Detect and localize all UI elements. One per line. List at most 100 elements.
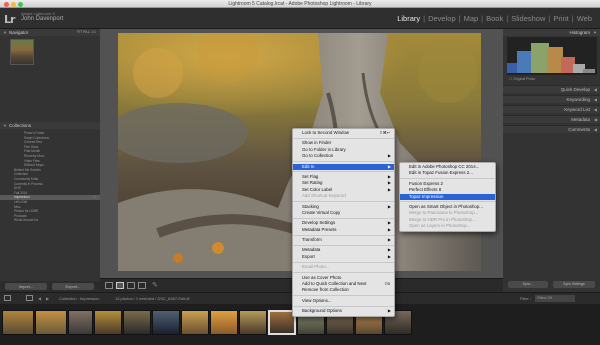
navigator-zoom-options[interactable]: FIT FILL 1:1 <box>77 29 96 36</box>
menu-item-add-shortcut-keyword: Add Shortcut Keyword <box>293 193 394 199</box>
menu-separator <box>293 217 394 219</box>
menu-item-label: Stacking <box>302 203 319 209</box>
keyword-list-panel[interactable]: Keyword List ◀ <box>503 105 600 113</box>
collection-label: Recently Mod... <box>24 153 47 158</box>
menu-item-label: Set Flag <box>302 173 319 179</box>
menu-item-export[interactable]: Export ▶ <box>293 254 394 260</box>
keywording-panel[interactable]: Keywording ◀ <box>503 95 600 103</box>
menu-item-label: Background Options <box>302 308 342 314</box>
navigator-header[interactable]: ▼ Navigator FIT FILL 1:1 <box>0 29 100 36</box>
disclosure-triangle-icon: ▼ <box>3 30 7 35</box>
survey-view-icon[interactable] <box>138 282 146 289</box>
submenu-arrow-icon: ▶ <box>387 237 391 243</box>
collection-label: DHS <box>14 186 21 191</box>
import-export-bar: Import... Export... <box>0 281 100 292</box>
menu-item-label: Set Color Label <box>302 186 333 192</box>
import-button[interactable]: Import... <box>5 283 47 290</box>
original-photo-checkbox[interactable]: ☐ Original Photo <box>509 77 535 81</box>
module-book[interactable]: Book <box>486 14 503 23</box>
menu-separator <box>400 178 495 180</box>
grid-icon[interactable] <box>26 295 33 301</box>
lightroom-header: Lr Adobe Lightroom 5 John Davenport Libr… <box>0 8 600 29</box>
collections-title: Collections <box>9 123 32 128</box>
collection-label: Currently in Process <box>14 181 43 186</box>
menu-item-view-options[interactable]: View Options... <box>293 298 394 304</box>
menu-separator <box>293 295 394 297</box>
collection-item[interactable]: World Around Us <box>0 218 100 223</box>
collection-label: Impression <box>14 195 30 200</box>
back-arrow-icon[interactable]: ◀ <box>38 293 41 304</box>
loupe-view-icon[interactable] <box>116 282 124 289</box>
navigator-spacer <box>0 68 100 122</box>
filmstrip-thumbnail[interactable] <box>35 310 67 335</box>
navigator-preview[interactable] <box>10 39 34 65</box>
module-develop[interactable]: Develop <box>428 14 456 23</box>
menu-item-edit-in[interactable]: Edit In ▶ <box>293 163 394 170</box>
menu-separator <box>400 201 495 203</box>
metadata-panel[interactable]: Metadata ◀ <box>503 115 600 123</box>
filter-label: Filter : <box>520 296 532 301</box>
collections-list: Photo's Folder Smart Collections Colored R… <box>0 131 100 223</box>
menu-item-label: Go to Folder in Library <box>302 146 346 152</box>
module-web[interactable]: Web <box>577 14 592 23</box>
menu-item-go-to-collection[interactable]: Go to Collection ▶ <box>293 153 394 159</box>
collection-label: Community Edits <box>14 176 39 181</box>
filmstrip-thumbnail[interactable] <box>210 310 238 335</box>
forward-arrow-icon[interactable]: ▶ <box>46 293 49 304</box>
module-map[interactable]: Map <box>464 14 479 23</box>
comments-panel[interactable]: Comments ◀ <box>503 125 600 133</box>
menu-item-label: Edit in Topaz Fusion Express 2... <box>409 170 473 176</box>
histogram-graph <box>507 37 597 75</box>
module-slideshow[interactable]: Slideshow <box>511 14 545 23</box>
menu-item-remove-from-collection[interactable]: Remove from Collection <box>293 287 394 293</box>
menu-item-label: Open as Smart Object in Photoshop... <box>409 203 483 209</box>
menu-separator <box>293 234 394 236</box>
filter-select[interactable]: Filters Off <box>535 295 575 302</box>
submenu-arrow-icon: ▶ <box>387 253 391 259</box>
second-window-icon[interactable] <box>4 295 11 301</box>
collections-header[interactable]: ▼ Collections <box>0 122 100 129</box>
menu-item-label: Use as Cover Photo <box>302 274 342 280</box>
histogram-header[interactable]: Histogram ▼ <box>503 29 600 36</box>
menu-separator <box>293 201 394 203</box>
sync-button[interactable]: Sync... <box>508 281 548 288</box>
filmstrip-thumbnail[interactable] <box>94 310 122 335</box>
menu-item-lock-to-second-window[interactable]: Lock to Second Window ⇧⌘↩ <box>293 130 394 136</box>
filmstrip-thumbnail[interactable] <box>181 310 209 335</box>
filmstrip-thumbnail[interactable] <box>239 310 267 335</box>
menu-item-background-options[interactable]: Background Options ▶ <box>293 308 394 314</box>
menu-item-label: Create Virtual Copy <box>302 209 341 215</box>
module-picker: Library | Develop | Map | Book | Slideshow | Print… <box>397 14 592 23</box>
menu-item-label: Add Shortcut Keyword <box>302 193 346 199</box>
menu-item-label: Edit In <box>302 163 315 169</box>
collection-source[interactable]: Collection : Impression <box>59 293 99 304</box>
photo-count: 13 photos / 1 selected / DSC_8367-Edit.t… <box>115 296 190 301</box>
filmstrip-thumbnail[interactable] <box>68 310 93 335</box>
menu-item-email-photo: Email Photo... <box>293 264 394 270</box>
left-panel: ▼ Navigator FIT FILL 1:1 ▼ Collections P… <box>0 29 100 292</box>
menu-item-edit-in-topaz-fusion-express-2[interactable]: Edit in Topaz Fusion Express 2... <box>400 170 495 176</box>
menu-item-label: Merge to HDR Pro in Photoshop... <box>409 216 476 222</box>
grid-view-icon[interactable] <box>105 282 113 289</box>
filmstrip-thumbnail[interactable] <box>152 310 180 335</box>
menu-item-label: Transform <box>302 237 322 243</box>
filmstrip-thumbnail[interactable] <box>2 310 34 335</box>
submenu-arrow-icon: ▶ <box>387 308 391 314</box>
sync-settings-button[interactable]: Sync Settings <box>553 281 595 288</box>
compare-view-icon[interactable] <box>127 282 135 289</box>
collection-label: Products <box>14 213 27 218</box>
module-library[interactable]: Library <box>397 14 420 23</box>
menu-item-metadata-presets[interactable]: Metadata Presets ▶ <box>293 227 394 233</box>
menu-item-topaz-impression[interactable]: Topaz Impression <box>400 193 495 200</box>
menu-item-create-virtual-copy[interactable]: Create Virtual Copy <box>293 210 394 216</box>
module-print[interactable]: Print <box>553 14 568 23</box>
window-titlebar: Lightroom 5 Catalog.lrcat - Adobe Photos… <box>0 0 600 8</box>
menu-item-transform[interactable]: Transform ▶ <box>293 237 394 243</box>
export-button[interactable]: Export... <box>52 283 94 290</box>
quick-develop-panel[interactable]: Quick Develop ◀ <box>503 85 600 93</box>
submenu-arrow-icon: ▶ <box>387 226 391 232</box>
collection-label: Let's Edit <box>14 199 28 204</box>
painter-icon[interactable]: ✎ <box>152 281 158 289</box>
menu-item-open-as-layers-in-photoshop: Open as Layers in Photoshop... <box>400 223 495 229</box>
filmstrip-thumbnail[interactable] <box>123 310 151 335</box>
